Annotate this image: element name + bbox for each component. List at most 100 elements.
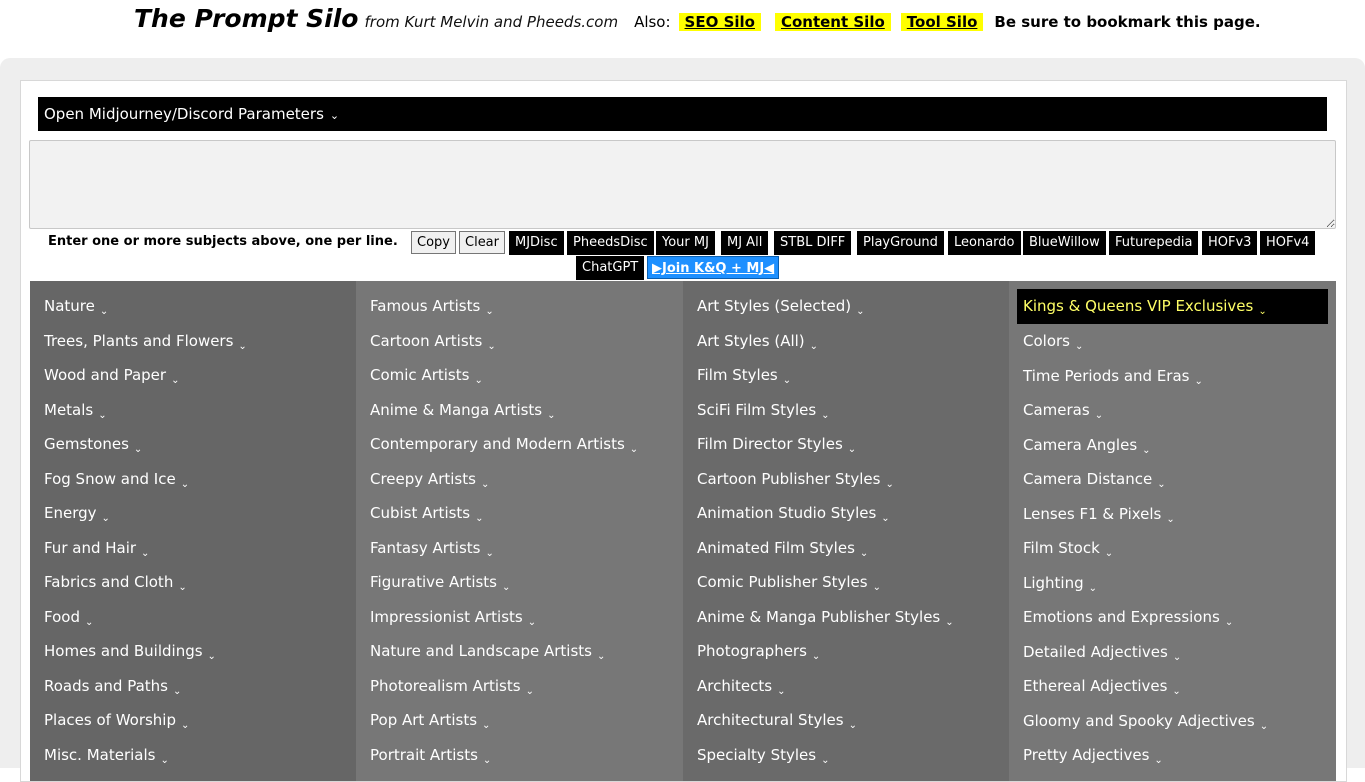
chevron-down-icon: ⌄: [181, 720, 190, 731]
category-item[interactable]: Gemstones ⌄: [30, 427, 356, 462]
chevron-down-icon: ⌄: [547, 409, 556, 421]
category-item[interactable]: Animation Studio Styles ⌄: [683, 496, 1009, 531]
chevron-down-icon: ⌄: [881, 513, 890, 524]
category-item[interactable]: Anime & Manga Artists ⌄: [356, 393, 683, 428]
content-silo-link[interactable]: Content Silo: [774, 13, 891, 31]
category-item[interactable]: Anime & Manga Publisher Styles ⌄: [683, 600, 1009, 635]
category-item[interactable]: Lenses F1 & Pixels ⌄: [1017, 497, 1328, 532]
category-item[interactable]: Cameras ⌄: [1017, 393, 1328, 428]
category-label: Figurative Artists: [370, 573, 498, 591]
seo-silo-link[interactable]: SEO Silo: [678, 13, 761, 31]
site-header: The Prompt Silo from Kurt Melvin and Phe…: [0, 0, 1365, 58]
category-item[interactable]: Contemporary and Modern Artists ⌄: [356, 427, 683, 462]
category-item[interactable]: Ethereal Adjectives ⌄: [1017, 669, 1328, 704]
your-mj-button[interactable]: Your MJ: [656, 231, 715, 255]
mjdisc-button[interactable]: MJDisc: [509, 231, 564, 255]
category-item[interactable]: Camera Distance ⌄: [1017, 462, 1328, 497]
category-label: Comic Publisher Styles: [697, 573, 868, 591]
chatgpt-button[interactable]: ChatGPT: [576, 256, 645, 280]
params-toggle[interactable]: Open Midjourney/Discord Parameters ⌄: [38, 97, 1327, 131]
category-item[interactable]: Nature ⌄: [30, 289, 356, 324]
category-item[interactable]: Cartoon Publisher Styles ⌄: [683, 462, 1009, 497]
category-label: Art Styles (All): [697, 331, 805, 350]
category-item[interactable]: Camera Angles ⌄: [1017, 428, 1328, 463]
category-item[interactable]: Gloomy and Spooky Adjectives ⌄: [1017, 704, 1328, 739]
category-item[interactable]: Fantasy Artists ⌄: [356, 531, 683, 566]
category-item[interactable]: Art Styles (All) ⌄: [683, 324, 1009, 359]
category-item[interactable]: Energy ⌄: [30, 496, 356, 531]
category-item[interactable]: Pretty Adjectives ⌄: [1017, 738, 1328, 773]
hofv4-button[interactable]: HOFv4: [1260, 231, 1316, 255]
category-item[interactable]: Specialty Styles ⌄: [683, 738, 1009, 773]
category-item[interactable]: Comic Publisher Styles ⌄: [683, 565, 1009, 600]
futurepedia-button[interactable]: Futurepedia: [1109, 231, 1199, 255]
category-label: Anime & Manga Artists: [370, 400, 543, 419]
chevron-down-icon: ⌄: [1094, 410, 1104, 421]
subjects-input[interactable]: [29, 140, 1336, 229]
category-item[interactable]: Film Director Styles ⌄: [683, 427, 1009, 462]
category-item[interactable]: Wood and Paper ⌄: [30, 358, 356, 393]
leonardo-button[interactable]: Leonardo: [948, 231, 1021, 255]
category-item[interactable]: Architectural Styles ⌄: [683, 703, 1009, 738]
chevron-down-icon: ⌄: [847, 444, 857, 455]
chevron-down-icon: ⌄: [482, 720, 491, 731]
category-item[interactable]: Trees, Plants and Flowers ⌄: [30, 324, 356, 359]
category-item[interactable]: Lighting ⌄: [1017, 566, 1328, 601]
category-item[interactable]: Art Styles (Selected) ⌄: [683, 289, 1009, 324]
category-item[interactable]: Metals ⌄: [30, 393, 356, 428]
pheedsdisc-button[interactable]: PheedsDisc: [567, 231, 654, 255]
join-kq-mj-button[interactable]: ▶Join K&Q + MJ◀: [647, 256, 780, 279]
category-item[interactable]: Misc. Materials ⌄: [30, 738, 356, 773]
category-item[interactable]: SciFi Film Styles ⌄: [683, 393, 1009, 428]
category-item[interactable]: Fur and Hair ⌄: [30, 531, 356, 566]
category-label: Roads and Paths: [44, 676, 168, 695]
category-item[interactable]: Cubist Artists ⌄: [356, 496, 683, 531]
category-item[interactable]: Pop Art Artists ⌄: [356, 703, 683, 738]
category-item[interactable]: Detailed Adjectives ⌄: [1017, 635, 1328, 670]
category-item[interactable]: Colors ⌄: [1017, 324, 1328, 359]
mj-all-button[interactable]: MJ All: [721, 231, 769, 255]
chevron-down-icon: ⌄: [180, 478, 190, 490]
category-item[interactable]: Portrait Artists ⌄: [356, 738, 683, 773]
category-label: SciFi Film Styles: [697, 400, 817, 419]
category-item[interactable]: Fabrics and Cloth ⌄: [30, 565, 356, 600]
chevron-down-icon: ⌄: [1088, 582, 1098, 594]
category-label: Ethereal Adjectives: [1023, 677, 1168, 695]
category-item[interactable]: Creepy Artists ⌄: [356, 462, 683, 497]
category-item[interactable]: Famous Artists ⌄: [356, 289, 683, 324]
copy-button[interactable]: Copy: [411, 231, 456, 254]
category-item[interactable]: Film Styles ⌄: [683, 358, 1009, 393]
category-label: Architects: [697, 676, 773, 695]
category-item[interactable]: Places of Worship ⌄: [30, 703, 356, 738]
chevron-down-icon: ⌄: [474, 375, 483, 386]
clear-button[interactable]: Clear: [459, 231, 505, 254]
category-item[interactable]: Architects ⌄: [683, 669, 1009, 704]
chevron-down-icon: ⌄: [329, 109, 340, 122]
byline: from Kurt Melvin and Pheeds.com: [364, 13, 619, 31]
chevron-down-icon: ⌄: [527, 616, 537, 628]
category-item[interactable]: Figurative Artists ⌄: [356, 565, 683, 600]
chevron-down-icon: ⌄: [485, 547, 494, 559]
category-item[interactable]: Photorealism Artists ⌄: [356, 669, 683, 704]
category-item[interactable]: Time Periods and Eras ⌄: [1017, 359, 1328, 394]
category-item[interactable]: Emotions and Expressions ⌄: [1017, 600, 1328, 635]
playground-button[interactable]: PlayGround: [857, 231, 944, 255]
category-label: Portrait Artists: [370, 745, 478, 764]
category-item[interactable]: Food ⌄: [30, 600, 356, 635]
category-item[interactable]: Impressionist Artists ⌄: [356, 600, 683, 635]
category-item[interactable]: Kings & Queens VIP Exclusives ⌄: [1017, 289, 1328, 324]
category-item[interactable]: Comic Artists ⌄: [356, 358, 683, 393]
category-label: Film Stock: [1023, 539, 1100, 557]
stbl-diff-button[interactable]: STBL DIFF: [774, 231, 852, 255]
category-item[interactable]: Film Stock ⌄: [1017, 531, 1328, 566]
tool-silo-link[interactable]: Tool Silo: [900, 13, 984, 31]
category-item[interactable]: Animated Film Styles ⌄: [683, 531, 1009, 566]
category-item[interactable]: Nature and Landscape Artists ⌄: [356, 634, 683, 669]
category-item[interactable]: Homes and Buildings ⌄: [30, 634, 356, 669]
category-item[interactable]: Photographers ⌄: [683, 634, 1009, 669]
category-item[interactable]: Cartoon Artists ⌄: [356, 324, 683, 359]
category-item[interactable]: Roads and Paths ⌄: [30, 669, 356, 704]
hofv3-button[interactable]: HOFv3: [1202, 231, 1258, 255]
category-item[interactable]: Fog Snow and Ice ⌄: [30, 462, 356, 497]
bluewillow-button[interactable]: BlueWillow: [1023, 231, 1106, 255]
